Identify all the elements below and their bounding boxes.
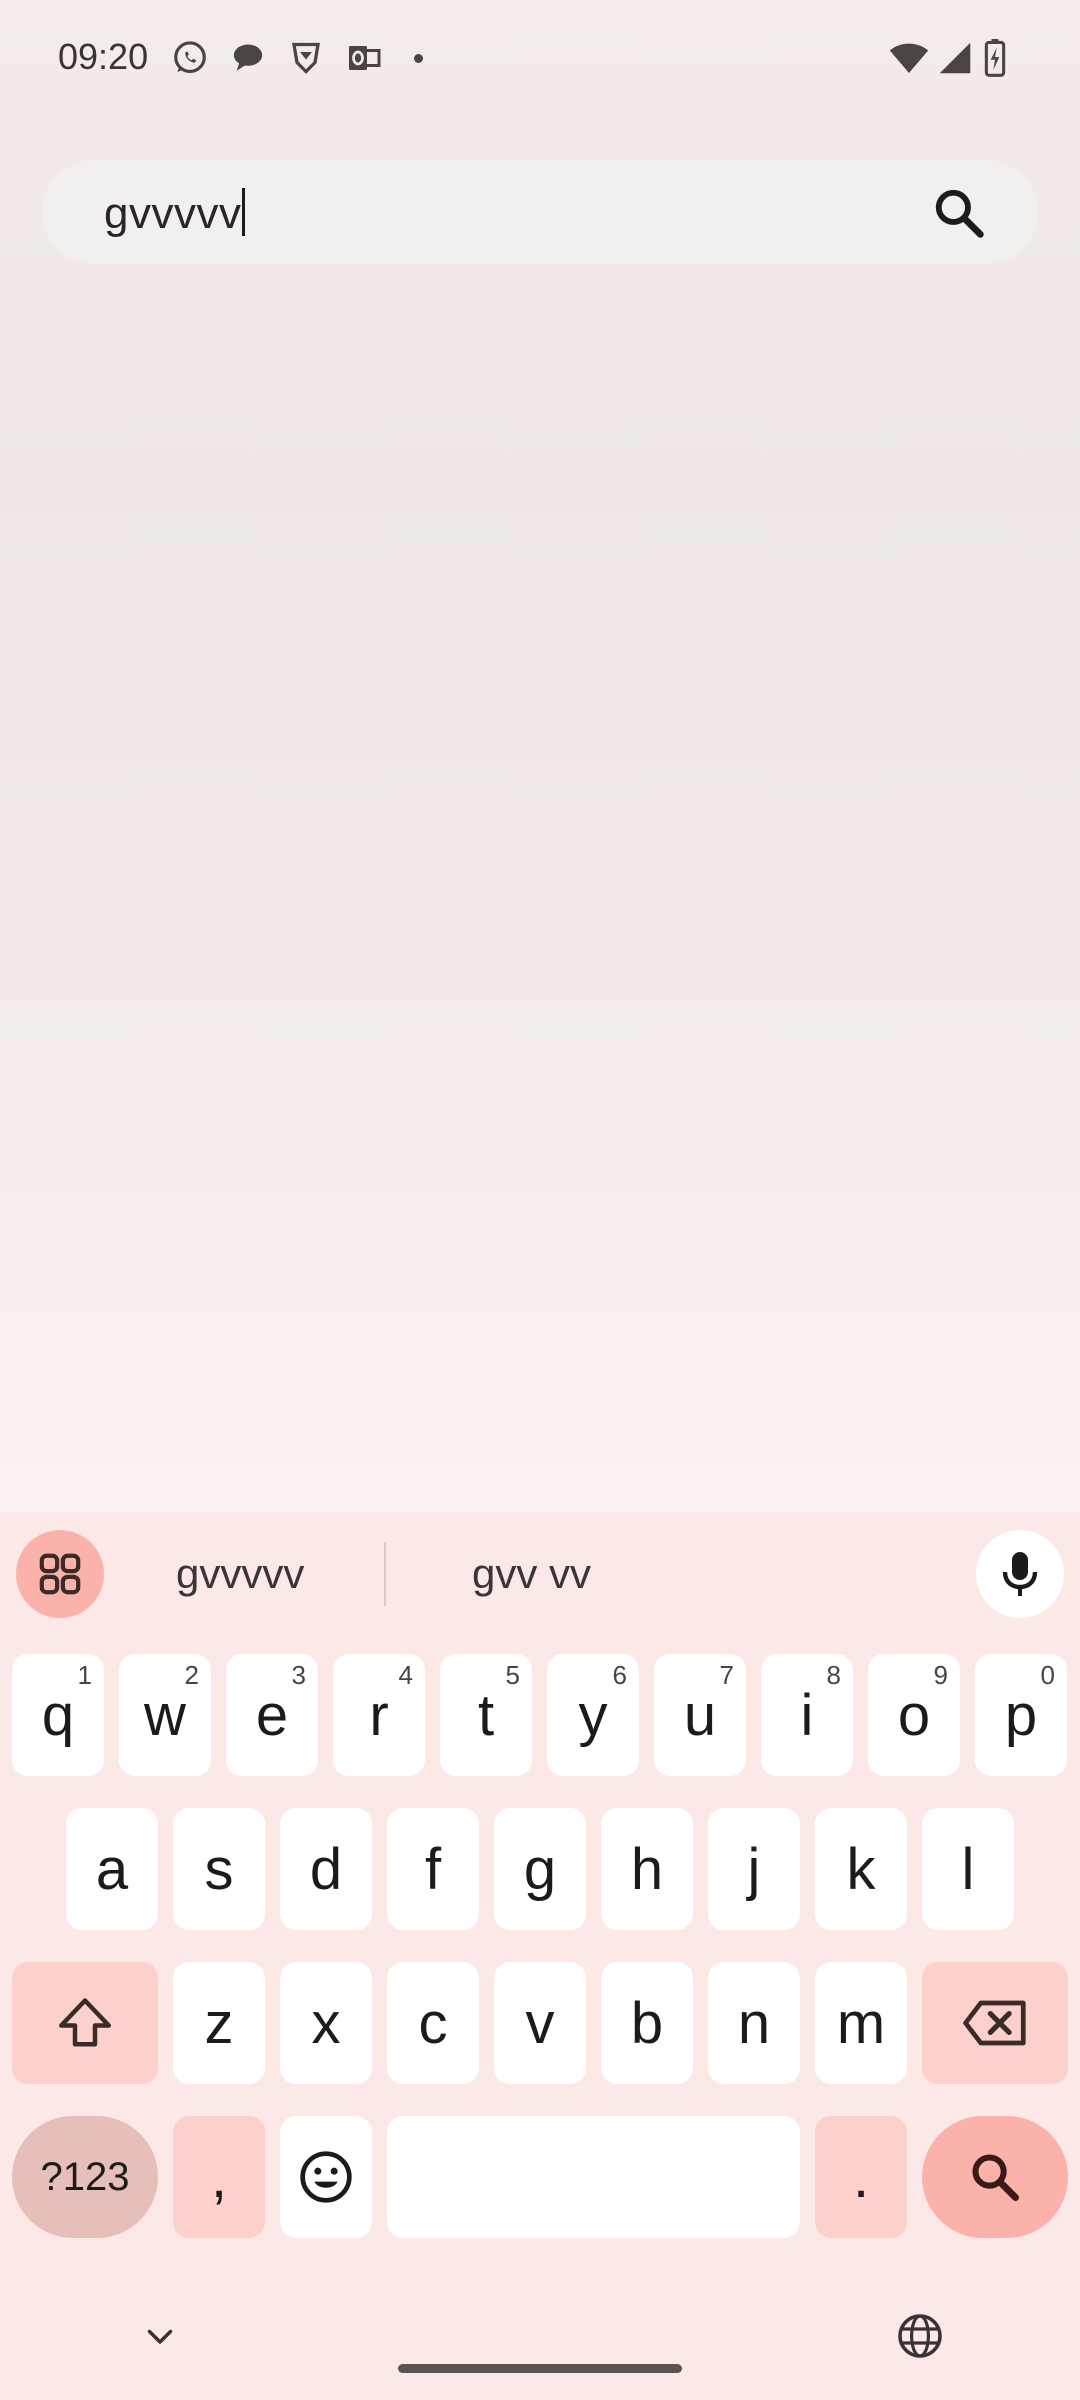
search-icon	[972, 2154, 1020, 2202]
key-label: p	[1004, 1682, 1038, 1748]
key-hint: 9	[933, 1660, 948, 1690]
microphone-icon	[1002, 1552, 1038, 1596]
key-j[interactable]: j	[708, 1808, 800, 1930]
key-w[interactable]: w2	[119, 1654, 211, 1776]
space-bar[interactable]	[387, 2116, 800, 2238]
key-s[interactable]: s	[173, 1808, 265, 1930]
key-label: w	[144, 1682, 186, 1748]
period-key[interactable]: .	[815, 2116, 907, 2238]
key-hint: 4	[398, 1660, 413, 1690]
key-o[interactable]: o9	[868, 1654, 960, 1776]
backspace-key[interactable]	[922, 1962, 1068, 2084]
key-g[interactable]: g	[494, 1808, 586, 1930]
wifi-icon	[888, 36, 930, 80]
emoji-icon	[300, 2151, 352, 2203]
key-x[interactable]: x	[280, 1962, 372, 2084]
more-notifications-dot	[414, 54, 423, 63]
globe-icon	[898, 2314, 942, 2358]
key-hint: 3	[291, 1660, 306, 1690]
key-label: r	[369, 1682, 389, 1748]
key-label: q	[41, 1682, 75, 1748]
suggestion-divider	[384, 1542, 386, 1606]
key-y[interactable]: y6	[547, 1654, 639, 1776]
search-query-text: gvvvvv	[104, 189, 242, 238]
suggestion-1[interactable]: gvvvvv	[176, 1550, 304, 1598]
whatsapp-icon	[170, 38, 210, 78]
key-label: i	[800, 1682, 814, 1748]
text-cursor	[242, 188, 246, 236]
key-n[interactable]: n	[708, 1962, 800, 2084]
key-hint: 7	[719, 1660, 734, 1690]
keyboard: gvvvvv gvv vv	[0, 1512, 1080, 2400]
chat-bubble-icon	[228, 38, 268, 78]
key-label: y	[578, 1682, 608, 1748]
key-hint: 6	[612, 1660, 627, 1690]
comma-key[interactable]: ,	[173, 2116, 265, 2238]
signal-icon	[936, 36, 974, 80]
search-action-key[interactable]	[922, 2116, 1068, 2238]
key-i[interactable]: i8	[761, 1654, 853, 1776]
clock: 09:20	[58, 36, 149, 77]
key-t[interactable]: t5	[440, 1654, 532, 1776]
key-hint: 2	[184, 1660, 199, 1690]
chevron-down-icon	[147, 2329, 173, 2344]
key-f[interactable]: f	[387, 1808, 479, 1930]
voice-input-button[interactable]	[976, 1530, 1064, 1618]
brave-icon	[286, 38, 326, 78]
battery-charging-icon	[982, 36, 1008, 80]
key-hint: 8	[826, 1660, 841, 1690]
grid-icon	[39, 1553, 81, 1595]
shift-key[interactable]	[12, 1962, 158, 2084]
key-label: e	[255, 1682, 289, 1748]
backspace-icon	[963, 2000, 1026, 2046]
search-bar[interactable]: gvvvvv	[42, 160, 1038, 264]
home-indicator[interactable]	[398, 2364, 682, 2373]
search-input[interactable]: gvvvvv	[104, 188, 246, 239]
key-h[interactable]: h	[601, 1808, 693, 1930]
suggestion-2[interactable]: gvv vv	[472, 1550, 591, 1598]
key-u[interactable]: u7	[654, 1654, 746, 1776]
outlook-icon	[344, 38, 384, 78]
key-q[interactable]: q1	[12, 1654, 104, 1776]
key-hint: 1	[77, 1660, 92, 1690]
key-label: t	[477, 1682, 495, 1748]
shift-icon	[59, 1998, 111, 2047]
key-c[interactable]: c	[387, 1962, 479, 2084]
key-r[interactable]: r4	[333, 1654, 425, 1776]
status-bar: 09:20	[0, 0, 1080, 120]
search-icon[interactable]	[932, 186, 986, 240]
key-d[interactable]: d	[280, 1808, 372, 1930]
key-a[interactable]: a	[66, 1808, 158, 1930]
key-label: o	[897, 1682, 931, 1748]
key-label: u	[683, 1682, 717, 1748]
symbols-key[interactable]: ?123	[12, 2116, 158, 2238]
hide-keyboard-button[interactable]	[140, 2318, 180, 2359]
key-v[interactable]: v	[494, 1962, 586, 2084]
language-switch-button[interactable]	[896, 2312, 944, 2365]
key-p[interactable]: p0	[975, 1654, 1067, 1776]
key-m[interactable]: m	[815, 1962, 907, 2084]
suggestion-strip: gvvvvv gvv vv	[0, 1512, 1080, 1636]
key-z[interactable]: z	[173, 1962, 265, 2084]
key-b[interactable]: b	[601, 1962, 693, 2084]
key-hint: 5	[505, 1660, 520, 1690]
apps-grid-button[interactable]	[16, 1530, 104, 1618]
key-e[interactable]: e3	[226, 1654, 318, 1776]
key-k[interactable]: k	[815, 1808, 907, 1930]
key-l[interactable]: l	[922, 1808, 1014, 1930]
emoji-key[interactable]	[280, 2116, 372, 2238]
key-hint: 0	[1040, 1660, 1055, 1690]
